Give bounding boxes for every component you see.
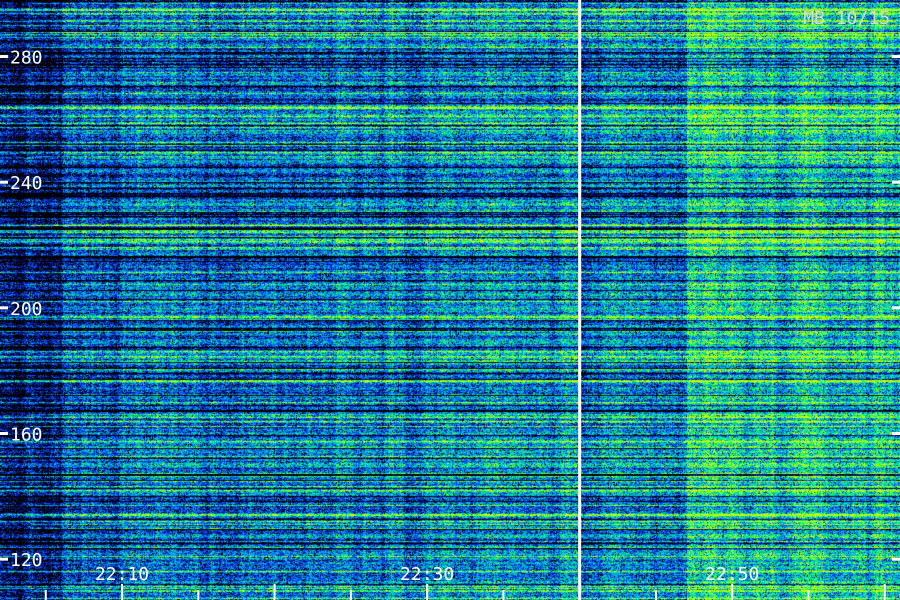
x-axis: 22:10 22:30 22:50 (44, 564, 886, 600)
axes-overlay: 280 240 200 160 120 22:10 22:30 22:50 MB 10/15 (0, 0, 900, 600)
y-tick-label: 120 (10, 550, 43, 571)
y-tick-label: 240 (10, 173, 43, 194)
y-axis-right (892, 55, 900, 561)
y-tick-label: 200 (10, 299, 43, 320)
y-axis-left: 280 240 200 160 120 (0, 48, 43, 571)
y-tick-label: 160 (10, 425, 43, 446)
x-tick-label: 22:30 (400, 564, 454, 585)
chart-title: MB 10/15 (803, 8, 890, 29)
y-tick-label: 280 (10, 48, 43, 69)
x-tick-label: 22:10 (95, 564, 149, 585)
x-tick-label: 22:50 (705, 564, 759, 585)
